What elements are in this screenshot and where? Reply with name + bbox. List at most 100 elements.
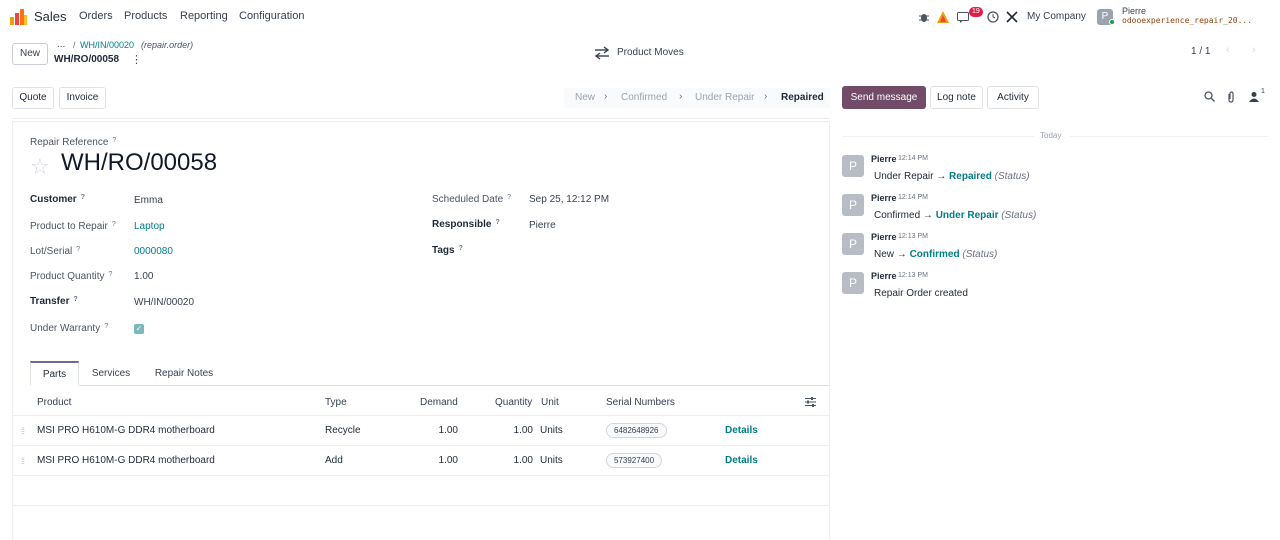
avatar[interactable]: P [842, 233, 864, 255]
column-product[interactable]: Product [37, 397, 71, 408]
stage-under-repair[interactable]: Under Repair [695, 92, 754, 103]
message-body: Under Repair → Repaired (Status) [874, 171, 1030, 182]
breadcrumb-link[interactable]: WH/IN/00020 [80, 40, 134, 50]
company-switcher[interactable]: My Company [1027, 11, 1086, 22]
warning-app-icon[interactable] [937, 11, 949, 23]
scheduled-date-field[interactable]: Sep 25, 12:12 PM [529, 194, 609, 205]
paperclip-icon[interactable] [1226, 91, 1236, 103]
priority-star-icon[interactable]: ☆ [30, 154, 50, 180]
message-author[interactable]: Pierre [871, 193, 897, 203]
tab-services[interactable]: Services [84, 361, 138, 386]
table-header-divider [12, 415, 830, 416]
avatar[interactable]: P [842, 194, 864, 216]
under-warranty-checkbox[interactable]: ✓ [134, 324, 144, 334]
sales-app-icon[interactable] [10, 9, 28, 25]
breadcrumb-dots[interactable]: ... [57, 39, 65, 50]
cell-unit[interactable]: Units [540, 455, 563, 466]
pager-prev-icon[interactable]: ‹ [1226, 44, 1230, 56]
column-demand[interactable]: Demand [420, 397, 458, 408]
message-author[interactable]: Pierre [871, 232, 897, 242]
cell-type[interactable]: Recycle [325, 425, 361, 436]
product-moves-label: Product Moves [617, 47, 684, 58]
drag-handle-icon[interactable]: ⁞⁞ [21, 456, 25, 466]
chevron-right-icon: › [764, 91, 768, 102]
send-message-button[interactable]: Send message [842, 86, 926, 109]
bug-icon[interactable] [918, 11, 930, 23]
stage-repaired[interactable]: Repaired [781, 92, 824, 103]
message-body: Repair Order created [874, 288, 968, 299]
user-name[interactable]: Pierre [1122, 6, 1146, 16]
messages-badge: 19 [969, 7, 983, 17]
under-warranty-label: Under Warranty? [30, 323, 109, 334]
today-divider-right [1070, 136, 1268, 137]
quote-button[interactable]: Quote [12, 87, 54, 109]
invoice-button[interactable]: Invoice [59, 87, 106, 109]
new-button[interactable]: New [12, 43, 48, 65]
stage-new[interactable]: New [575, 92, 595, 103]
record-actions-kebab-icon[interactable]: ⋮ [131, 53, 142, 66]
avatar[interactable]: P [842, 272, 864, 294]
menu-reporting[interactable]: Reporting [180, 10, 228, 22]
serial-number-tag[interactable]: 573927400 [606, 453, 663, 468]
optional-columns-icon[interactable] [805, 397, 816, 407]
tab-repair-notes[interactable]: Repair Notes [145, 361, 223, 386]
message-time: 12:13 PM [898, 272, 928, 279]
row-divider [12, 445, 830, 446]
tab-parts[interactable]: Parts [30, 361, 79, 386]
transfer-field[interactable]: WH/IN/00020 [134, 297, 194, 308]
lot-serial-field[interactable]: 0000080 [134, 246, 173, 257]
follower-count: 1 [1261, 88, 1265, 95]
row-divider [12, 505, 830, 506]
scheduled-date-label: Scheduled Date? [432, 194, 512, 205]
cell-product[interactable]: MSI PRO H610M-G DDR4 motherboard [37, 455, 215, 466]
message-author[interactable]: Pierre [871, 271, 897, 281]
tools-icon[interactable] [1006, 11, 1018, 23]
cell-quantity[interactable]: 1.00 [493, 425, 533, 436]
drag-handle-icon[interactable]: ⁞⁞ [21, 426, 25, 436]
repair-reference-title[interactable]: WH/RO/00058 [61, 149, 217, 177]
online-status-dot [1109, 19, 1115, 25]
activity-button[interactable]: Activity [987, 86, 1039, 109]
column-quantity[interactable]: Quantity [495, 397, 532, 408]
cell-demand[interactable]: 1.00 [418, 455, 458, 466]
pager-next-icon[interactable]: › [1252, 44, 1256, 56]
details-button[interactable]: Details [725, 455, 758, 466]
app-name[interactable]: Sales [34, 9, 67, 24]
message-time: 12:13 PM [898, 233, 928, 240]
chevron-right-icon: › [679, 91, 683, 102]
lot-serial-label: Lot/Serial? [30, 246, 81, 257]
product-moves-button[interactable]: Product Moves [586, 42, 694, 64]
clock-icon[interactable] [987, 11, 999, 23]
cell-product[interactable]: MSI PRO H610M-G DDR4 motherboard [37, 425, 215, 436]
log-note-button[interactable]: Log note [930, 86, 983, 109]
messages-icon[interactable] [957, 11, 969, 23]
details-button[interactable]: Details [725, 425, 758, 436]
transfer-label: Transfer? [30, 296, 78, 307]
message-time: 12:14 PM [898, 155, 928, 162]
menu-products[interactable]: Products [124, 10, 167, 22]
column-type[interactable]: Type [325, 397, 347, 408]
message-author[interactable]: Pierre [871, 154, 897, 164]
column-unit[interactable]: Unit [541, 397, 559, 408]
message-body: Confirmed → Under Repair (Status) [874, 210, 1037, 221]
pager-value[interactable]: 1 / 1 [1191, 46, 1210, 57]
repair-reference-label: Repair Reference? [30, 137, 117, 148]
cell-unit[interactable]: Units [540, 425, 563, 436]
product-to-repair-label: Product to Repair? [30, 221, 116, 232]
avatar[interactable]: P [842, 155, 864, 177]
stage-confirmed[interactable]: Confirmed [621, 92, 667, 103]
menu-configuration[interactable]: Configuration [239, 10, 304, 22]
cell-quantity[interactable]: 1.00 [493, 455, 533, 466]
row-divider [12, 475, 830, 476]
serial-number-tag[interactable]: 6482648926 [606, 423, 667, 438]
customer-field[interactable]: Emma [134, 195, 163, 206]
search-icon[interactable] [1204, 91, 1215, 102]
column-serial-numbers[interactable]: Serial Numbers [606, 397, 675, 408]
product-quantity-field[interactable]: 1.00 [134, 271, 153, 282]
responsible-field[interactable]: Pierre [529, 220, 556, 231]
cell-type[interactable]: Add [325, 455, 343, 466]
product-to-repair-field[interactable]: Laptop [134, 221, 165, 232]
followers-icon[interactable] [1248, 91, 1260, 103]
menu-orders[interactable]: Orders [79, 10, 113, 22]
cell-demand[interactable]: 1.00 [418, 425, 458, 436]
